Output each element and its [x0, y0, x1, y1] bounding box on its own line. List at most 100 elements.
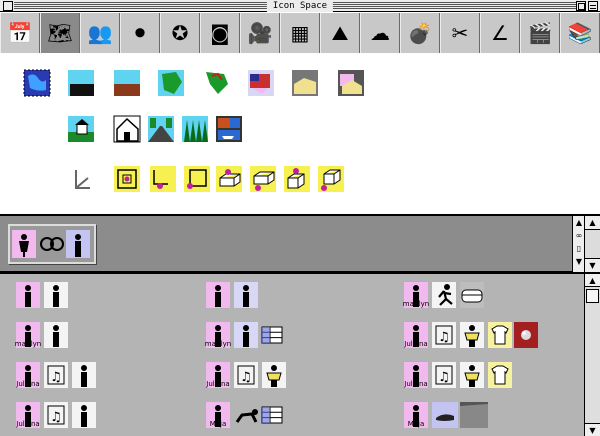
window-title: Icon Space	[266, 0, 334, 12]
sequence-juliana-music-shirtperson[interactable]: Juliana ♫	[205, 362, 286, 388]
landscape-icon: ⛰	[331, 21, 349, 45]
sequence-marilyn-runner-sofa[interactable]: marilyn	[403, 282, 484, 308]
toolbar-button-sphere[interactable]: ⚫	[120, 13, 160, 53]
cube-dot-icon[interactable]	[284, 166, 310, 192]
thought-cloud-icon: ☁	[370, 21, 390, 45]
toolbar-button-directors-chair[interactable]: 🎬	[520, 13, 560, 53]
sequence-marilyn-person[interactable]: marilyn	[15, 322, 68, 348]
title-bar[interactable]: Icon Space	[0, 0, 600, 12]
group-icons	[12, 230, 90, 258]
vitruvian-man-icon: ✪	[171, 21, 189, 45]
toolbar-button-record-button[interactable]: ◙	[200, 13, 240, 53]
sequence-panel: marilyn Juliana ♫ Juliana ♫ marilyn Juliana ♫ Ma…	[0, 272, 584, 436]
svg-text:♫: ♫	[50, 370, 62, 385]
svg-text:♫: ♫	[438, 330, 450, 345]
sequence-juliana-music-shirt-ball[interactable]: Juliana ♫	[403, 322, 538, 348]
bomb-icon: 💣	[407, 21, 433, 45]
green-continent-icon[interactable]	[158, 70, 184, 96]
icon-category-toolbar: 📅 🗺 👥 ⚫ ✪ ◙ 🎥 ▦ ⛰ ☁ 💣 ✂ ∠ 🎬 📚	[0, 13, 600, 53]
sequence-label: Juliana	[403, 380, 427, 388]
sequence-label: marilyn	[15, 340, 41, 348]
sequence-juliana-music-person-2[interactable]: Juliana ♫	[15, 402, 96, 428]
scissors-icon: ✂	[451, 21, 469, 45]
zoom-box[interactable]	[576, 1, 586, 11]
north-america-icon[interactable]	[204, 70, 230, 96]
grid-table-icon: ▦	[290, 21, 310, 45]
panel-scrollbar[interactable]: ▲ ▼	[584, 272, 600, 436]
icon-space-canvas	[23, 69, 364, 192]
toolbar-button-globe-map[interactable]: 🗺	[40, 13, 80, 53]
toolbar-button-people[interactable]: 👥	[80, 13, 120, 53]
sequence-label: marilyn	[403, 300, 429, 308]
sphere-icon: ⚫	[131, 21, 149, 45]
house-icon[interactable]	[113, 115, 141, 143]
directors-chair-icon: 🎬	[527, 21, 553, 45]
sequence-maja-crawler-grid[interactable]: Maja	[206, 402, 283, 428]
sequence-label: Juliana	[15, 420, 39, 428]
box-dot-top-icon[interactable]	[216, 166, 242, 192]
terrain-icon[interactable]	[292, 70, 318, 96]
panel-scroll-down-icon[interactable]: ▼	[585, 423, 600, 436]
sequence-label: Juliana	[403, 340, 427, 348]
layered-terrain-icon[interactable]	[338, 70, 364, 96]
sequence-label: Maja	[210, 420, 227, 428]
toolbar-button-thought-cloud[interactable]: ☁	[360, 13, 400, 53]
svg-text:♫: ♫	[50, 410, 62, 425]
books-icon: 📚	[567, 21, 593, 45]
sequence-label: marilyn	[205, 340, 231, 348]
link-rings-icon	[40, 237, 64, 251]
icon-group[interactable]	[8, 224, 96, 264]
sequence-label: Juliana	[15, 380, 39, 388]
record-button-icon: ◙	[210, 21, 230, 45]
sequence-mid-person-person[interactable]	[206, 282, 258, 308]
toolbar-button-angle-tool[interactable]: ∠	[480, 13, 520, 53]
sequence-juliana-music-person[interactable]: Juliana ♫	[15, 362, 96, 388]
square-corner-dot-icon[interactable]	[150, 166, 176, 192]
globe-map-icon: 🗺	[47, 21, 73, 45]
strip-scroll-up-icon[interactable]: ▲	[585, 216, 600, 230]
street-scene-icon[interactable]	[148, 116, 174, 142]
cube-dot-left-icon[interactable]	[318, 166, 344, 192]
house-scene-icon[interactable]	[68, 116, 94, 142]
box-dot-bottom-icon[interactable]	[250, 166, 276, 192]
toolbar-button-bomb[interactable]: 💣	[400, 13, 440, 53]
collapse-box[interactable]	[588, 1, 598, 11]
sky-earth-icon[interactable]	[114, 70, 140, 96]
toolbar-button-film-camera[interactable]: 🎥	[240, 13, 280, 53]
toolbar-button-grid-table[interactable]: ▦	[280, 13, 320, 53]
panel-scroll-thumb[interactable]	[586, 289, 599, 303]
panel-scroll-up-icon[interactable]: ▲	[585, 274, 600, 287]
sequence-canvas: marilyn Juliana ♫ Juliana ♫ marilyn Juliana ♫ Ma…	[15, 282, 538, 428]
close-box[interactable]	[3, 1, 13, 11]
angle-tool-icon: ∠	[491, 21, 509, 45]
toolbar-button-calendar[interactable]: 📅	[0, 13, 40, 53]
boat-scene-icon[interactable]	[216, 116, 242, 142]
forest-icon[interactable]	[182, 116, 208, 142]
sequence-person-pink-person[interactable]	[16, 282, 68, 308]
toolbar-button-scissors[interactable]: ✂	[440, 13, 480, 53]
svg-text:♫: ♫	[438, 370, 450, 385]
world-map-icon[interactable]	[23, 69, 51, 97]
toolbar-button-vitruvian-man[interactable]: ✪	[160, 13, 200, 53]
square-frame-dot-icon[interactable]	[184, 166, 210, 192]
strip-scroll-down-icon[interactable]: ▼	[585, 258, 600, 272]
svg-text:♫: ♫	[240, 370, 252, 385]
strip-scrollbar[interactable]: ▲ ▼	[584, 216, 600, 272]
composition-strip	[0, 214, 572, 272]
sequence-label: Maja	[408, 420, 425, 428]
angle-icon[interactable]	[68, 166, 94, 192]
sky-ground-icon[interactable]	[68, 70, 94, 96]
strip-tool-column: ▲ ∞ ▯ ▼ ▲ ▼	[572, 214, 600, 272]
icon-space-area	[0, 54, 600, 214]
sequence-juliana-music-shirt[interactable]: Juliana ♫	[403, 362, 512, 388]
sequence-maja-dog-scene[interactable]: Maja	[404, 402, 488, 428]
square-dot-icon[interactable]	[114, 166, 140, 192]
film-camera-icon: 🎥	[247, 21, 273, 45]
usa-flag-map-icon[interactable]	[248, 70, 274, 96]
calendar-icon: 📅	[7, 21, 33, 45]
people-icon: 👥	[87, 21, 113, 45]
toolbar-button-landscape[interactable]: ⛰	[320, 13, 360, 53]
toolbar-button-books[interactable]: 📚	[560, 13, 600, 53]
sequence-label: Juliana	[205, 380, 229, 388]
sequence-marilyn-person-grid[interactable]: marilyn	[205, 322, 283, 348]
